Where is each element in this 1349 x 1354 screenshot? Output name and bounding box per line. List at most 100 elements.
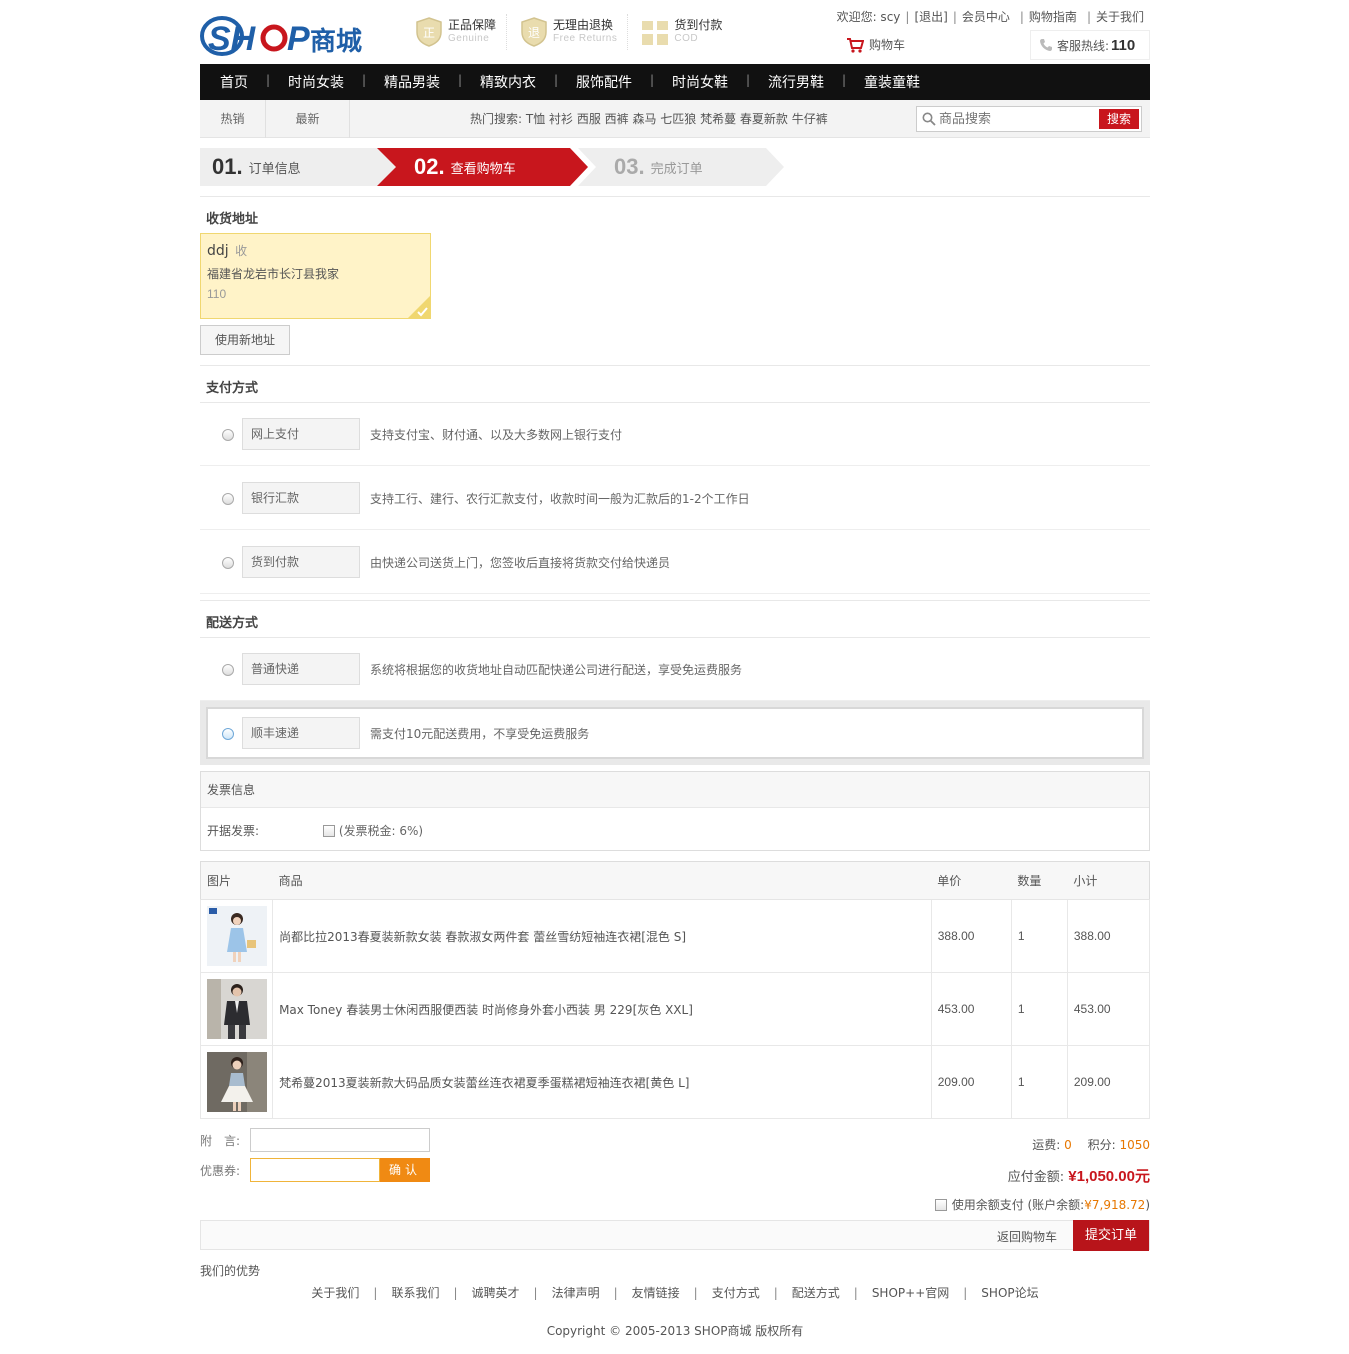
lace-dress-thumbnail[interactable] [207,1052,267,1112]
shipping-option-label[interactable]: 顺丰速递 [242,717,360,749]
balance-text: 使用余额支付 (账户余额: [951,1198,1085,1212]
logout-link[interactable]: [退出] [914,10,947,24]
site-logo[interactable]: SH P 商城 [200,12,380,58]
nav-item-lingerie[interactable]: 精致内衣 [458,72,556,92]
shipping-option-standard: 普通快递 系统将根据您的收货地址自动匹配快递公司进行配送，享受免运费服务 [200,637,1150,701]
coupon-row: 优惠券: 确认 [200,1158,430,1182]
svg-text:商城: 商城 [310,26,362,57]
promise-title: 无理由退换 [553,18,614,32]
points-label: 积分: [1087,1138,1116,1152]
col-header-subtotal: 小计 [1067,861,1150,900]
message-label: 附 言: [200,1133,241,1148]
payment-option-label[interactable]: 货到付款 [242,546,360,578]
search-input[interactable] [939,110,1094,129]
men-blazer-thumbnail[interactable] [207,979,267,1039]
product-qty: 1 [1010,899,1068,973]
promise-subtitle: Free Returns [553,33,618,44]
payment-radio[interactable] [222,493,234,505]
search-button[interactable]: 搜索 [1099,109,1139,129]
product-subtotal: 453.00 [1066,972,1151,1046]
payment-option-desc: 支持工行、建行、农行汇款支付，收款时间一般为汇款后的1-2个工作日 [370,492,750,506]
payable-label: 应付金额: [1007,1170,1065,1185]
back-to-cart-link[interactable]: 返回购物车 [997,1228,1057,1245]
cart-icon [847,37,864,53]
shipping-option-label[interactable]: 普通快递 [242,653,360,685]
payment-option-desc: 支持支付宝、财付通、以及大多数网上银行支付 [370,428,623,442]
nav-item-home[interactable]: 首页 [200,72,268,92]
message-row: 附 言: [200,1128,430,1152]
shipping-option-desc: 需支付10元配送费用，不享受免运费服务 [370,727,590,741]
footer-link-official[interactable]: SHOP++官网 [840,1286,949,1300]
nav-item-accessories[interactable]: 服饰配件 [554,72,652,92]
hotline-box: 客服热线: 110 [1030,30,1150,60]
product-name[interactable]: Max Toney 春装男士休闲西服便西装 时尚修身外套小西装 男 229[灰色… [272,972,932,1046]
product-price: 453.00 [930,972,1012,1046]
footer-link-friends[interactable]: 友情链接 [600,1286,680,1300]
col-header-product: 商品 [272,861,932,900]
step-number: 01. [212,154,243,179]
step-label: 完成订单 [650,161,703,177]
payment-option-label[interactable]: 网上支付 [242,418,360,450]
coupon-input[interactable] [250,1158,380,1182]
search-box: 搜索 [916,106,1142,132]
address-card[interactable]: ddj 收 福建省龙岩市长汀县我家 110 [200,233,431,319]
step-complete: 03. 完成订单 [614,148,703,186]
footer-link-jobs[interactable]: 诚聘英才 [439,1286,519,1300]
payment-option-desc: 由快递公司送货上门，您签收后直接将货款交付给快递员 [370,556,671,570]
footer-link-about[interactable]: 关于我们 [311,1286,359,1300]
submit-order-button[interactable]: 提交订单 [1073,1220,1149,1251]
address-section-title: 收货地址 [206,212,259,227]
promise-genuine: 正 正品保障 Genuine [410,14,508,50]
message-input[interactable] [250,1128,430,1152]
new-address-button[interactable]: 使用新地址 [200,325,290,355]
cart-link[interactable]: 购物车 [846,36,905,53]
payable-total: 应付金额: ¥1,050.00元 [1008,1165,1150,1186]
nav-item-women-shoes[interactable]: 时尚女鞋 [650,72,748,92]
about-us-link[interactable]: 关于我们 [1096,10,1144,24]
product-name[interactable]: 梵希蔓2013夏装新款大码品质女装蕾丝连衣裙夏季蛋糕裙短袖连衣裙[黄色 L] [272,1045,932,1119]
product-qty: 1 [1010,1045,1068,1119]
footer-link-payment[interactable]: 支付方式 [680,1286,760,1300]
blue-dress-thumbnail[interactable] [207,906,267,966]
top-links: 欢迎您: scy | [退出] | 会员中心 | 购物指南 | 关于我们 [836,10,1144,24]
promise-title: 正品保障 [448,18,497,32]
selected-check-icon [408,296,430,318]
footer-link-forum[interactable]: SHOP论坛 [949,1286,1038,1300]
nav-item-women[interactable]: 时尚女装 [266,72,364,92]
divider [200,365,1150,366]
divider [200,600,1150,601]
product-name[interactable]: 尚都比拉2013春夏装新款女装 春款淑女两件套 蕾丝雪纺短袖连衣裙[混色 S] [272,899,932,973]
balance-row[interactable]: 使用余额支付 (账户余额:¥7,918.72) [934,1196,1150,1213]
shipping-fee-value: 0 [1064,1138,1072,1152]
invoice-checkbox[interactable] [323,825,335,837]
phone-icon [1040,39,1052,51]
step-order-info: 01. 订单信息 [212,148,301,186]
footer-link-legal[interactable]: 法律声明 [520,1286,600,1300]
tab-hot[interactable]: 热销 [200,100,266,138]
payable-value: ¥1,050.00元 [1068,1168,1150,1185]
footer-link-delivery[interactable]: 配送方式 [760,1286,840,1300]
payment-radio[interactable] [222,429,234,441]
hot-keywords[interactable]: 热门搜索: T恤 衬衫 西服 西裤 森马 七匹狼 梵希蔓 春夏新款 牛仔裤 [470,100,828,138]
shipping-radio[interactable] [222,664,234,676]
table-row: 尚都比拉2013春夏装新款女装 春款淑女两件套 蕾丝雪纺短袖连衣裙[混色 S] … [199,899,1151,973]
action-bar: 返回购物车 提交订单 [200,1220,1150,1251]
member-center-link[interactable]: 会员中心 [962,10,1010,24]
product-price: 388.00 [930,899,1012,973]
cod-box-icon [642,21,669,45]
payment-radio[interactable] [222,557,234,569]
checkout-steps: 01. 订单信息 02. 查看购物车 03. 完成订单 [200,148,800,186]
nav-item-men-shoes[interactable]: 流行男鞋 [746,72,844,92]
our-advantages: 我们的优势 [200,1264,261,1278]
use-balance-checkbox[interactable] [934,1199,947,1211]
shipping-radio[interactable] [222,728,234,740]
nav-item-men[interactable]: 精品男装 [362,72,460,92]
footer-link-contact[interactable]: 联系我们 [359,1286,439,1300]
invoice-checkbox-row[interactable]: (发票税金: 6%) [323,822,423,839]
payment-option-label[interactable]: 银行汇款 [242,482,360,514]
coupon-confirm-button[interactable]: 确认 [380,1158,430,1182]
welcome-text: 欢迎您: scy [836,10,901,24]
tab-new[interactable]: 最新 [266,100,350,138]
shopping-guide-link[interactable]: 购物指南 [1029,10,1077,24]
nav-item-kids[interactable]: 童装童鞋 [842,72,940,92]
